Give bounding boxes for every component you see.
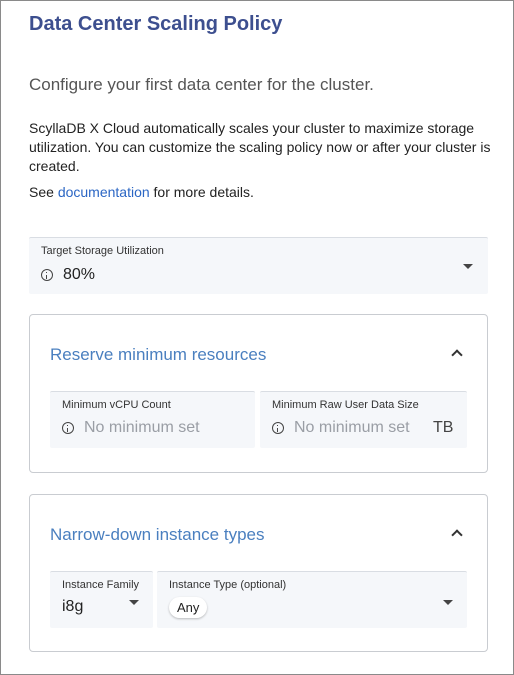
reserve-resources-card: Reserve minimum resources Minimum vCPU C…: [29, 314, 488, 473]
min-vcpu-label: Minimum vCPU Count: [62, 399, 171, 411]
target-storage-select[interactable]: Target Storage Utilization 80%: [29, 237, 488, 294]
narrow-instance-title: Narrow-down instance types: [50, 525, 265, 544]
min-vcpu-input[interactable]: Minimum vCPU Count No minimum set: [50, 391, 255, 448]
storage-unit-label: TB: [433, 419, 454, 436]
chevron-down-icon: [463, 264, 473, 269]
page-title: Data Center Scaling Policy: [29, 13, 283, 35]
instance-family-select[interactable]: Instance Family i8g: [50, 571, 153, 628]
instance-type-label: Instance Type (optional): [169, 579, 287, 591]
min-vcpu-placeholder: No minimum set: [84, 419, 200, 436]
min-storage-label: Minimum Raw User Data Size: [272, 399, 419, 411]
page-subtitle: Configure your first data center for the…: [29, 75, 374, 94]
min-vcpu-value-row: No minimum set: [62, 419, 200, 437]
narrow-instance-card: Narrow-down instance types Instance Fami…: [29, 494, 488, 652]
instance-type-select[interactable]: Instance Type (optional) Any: [157, 571, 467, 628]
target-storage-value-row: 80%: [41, 266, 95, 284]
documentation-link[interactable]: documentation: [58, 184, 150, 200]
chevron-up-icon[interactable]: [451, 529, 463, 541]
info-icon: [62, 422, 74, 434]
reserve-resources-title: Reserve minimum resources: [50, 345, 267, 364]
instance-type-value-row: Any: [169, 597, 208, 618]
chevron-up-icon[interactable]: [451, 349, 463, 361]
instance-family-label: Instance Family: [62, 579, 140, 591]
scaling-policy-panel: Data Center Scaling Policy Configure you…: [0, 0, 514, 675]
instance-family-value: i8g: [62, 598, 84, 615]
instance-type-chip[interactable]: Any: [169, 597, 208, 618]
info-icon: [272, 422, 284, 434]
see-documentation-text: See documentation for more details.: [29, 184, 254, 200]
chevron-down-icon: [443, 600, 453, 605]
min-storage-placeholder: No minimum set: [294, 419, 410, 436]
see-prefix: See: [29, 184, 58, 200]
target-storage-label: Target Storage Utilization: [41, 245, 164, 257]
description-text: ScyllaDB X Cloud automatically scales yo…: [29, 120, 491, 174]
min-storage-input[interactable]: Minimum Raw User Data Size No minimum se…: [260, 391, 467, 448]
chevron-down-icon: [129, 600, 139, 605]
min-storage-value-row: No minimum set: [272, 419, 410, 437]
see-suffix: for more details.: [149, 184, 254, 200]
target-storage-value: 80%: [63, 266, 96, 283]
info-icon: [41, 269, 53, 281]
